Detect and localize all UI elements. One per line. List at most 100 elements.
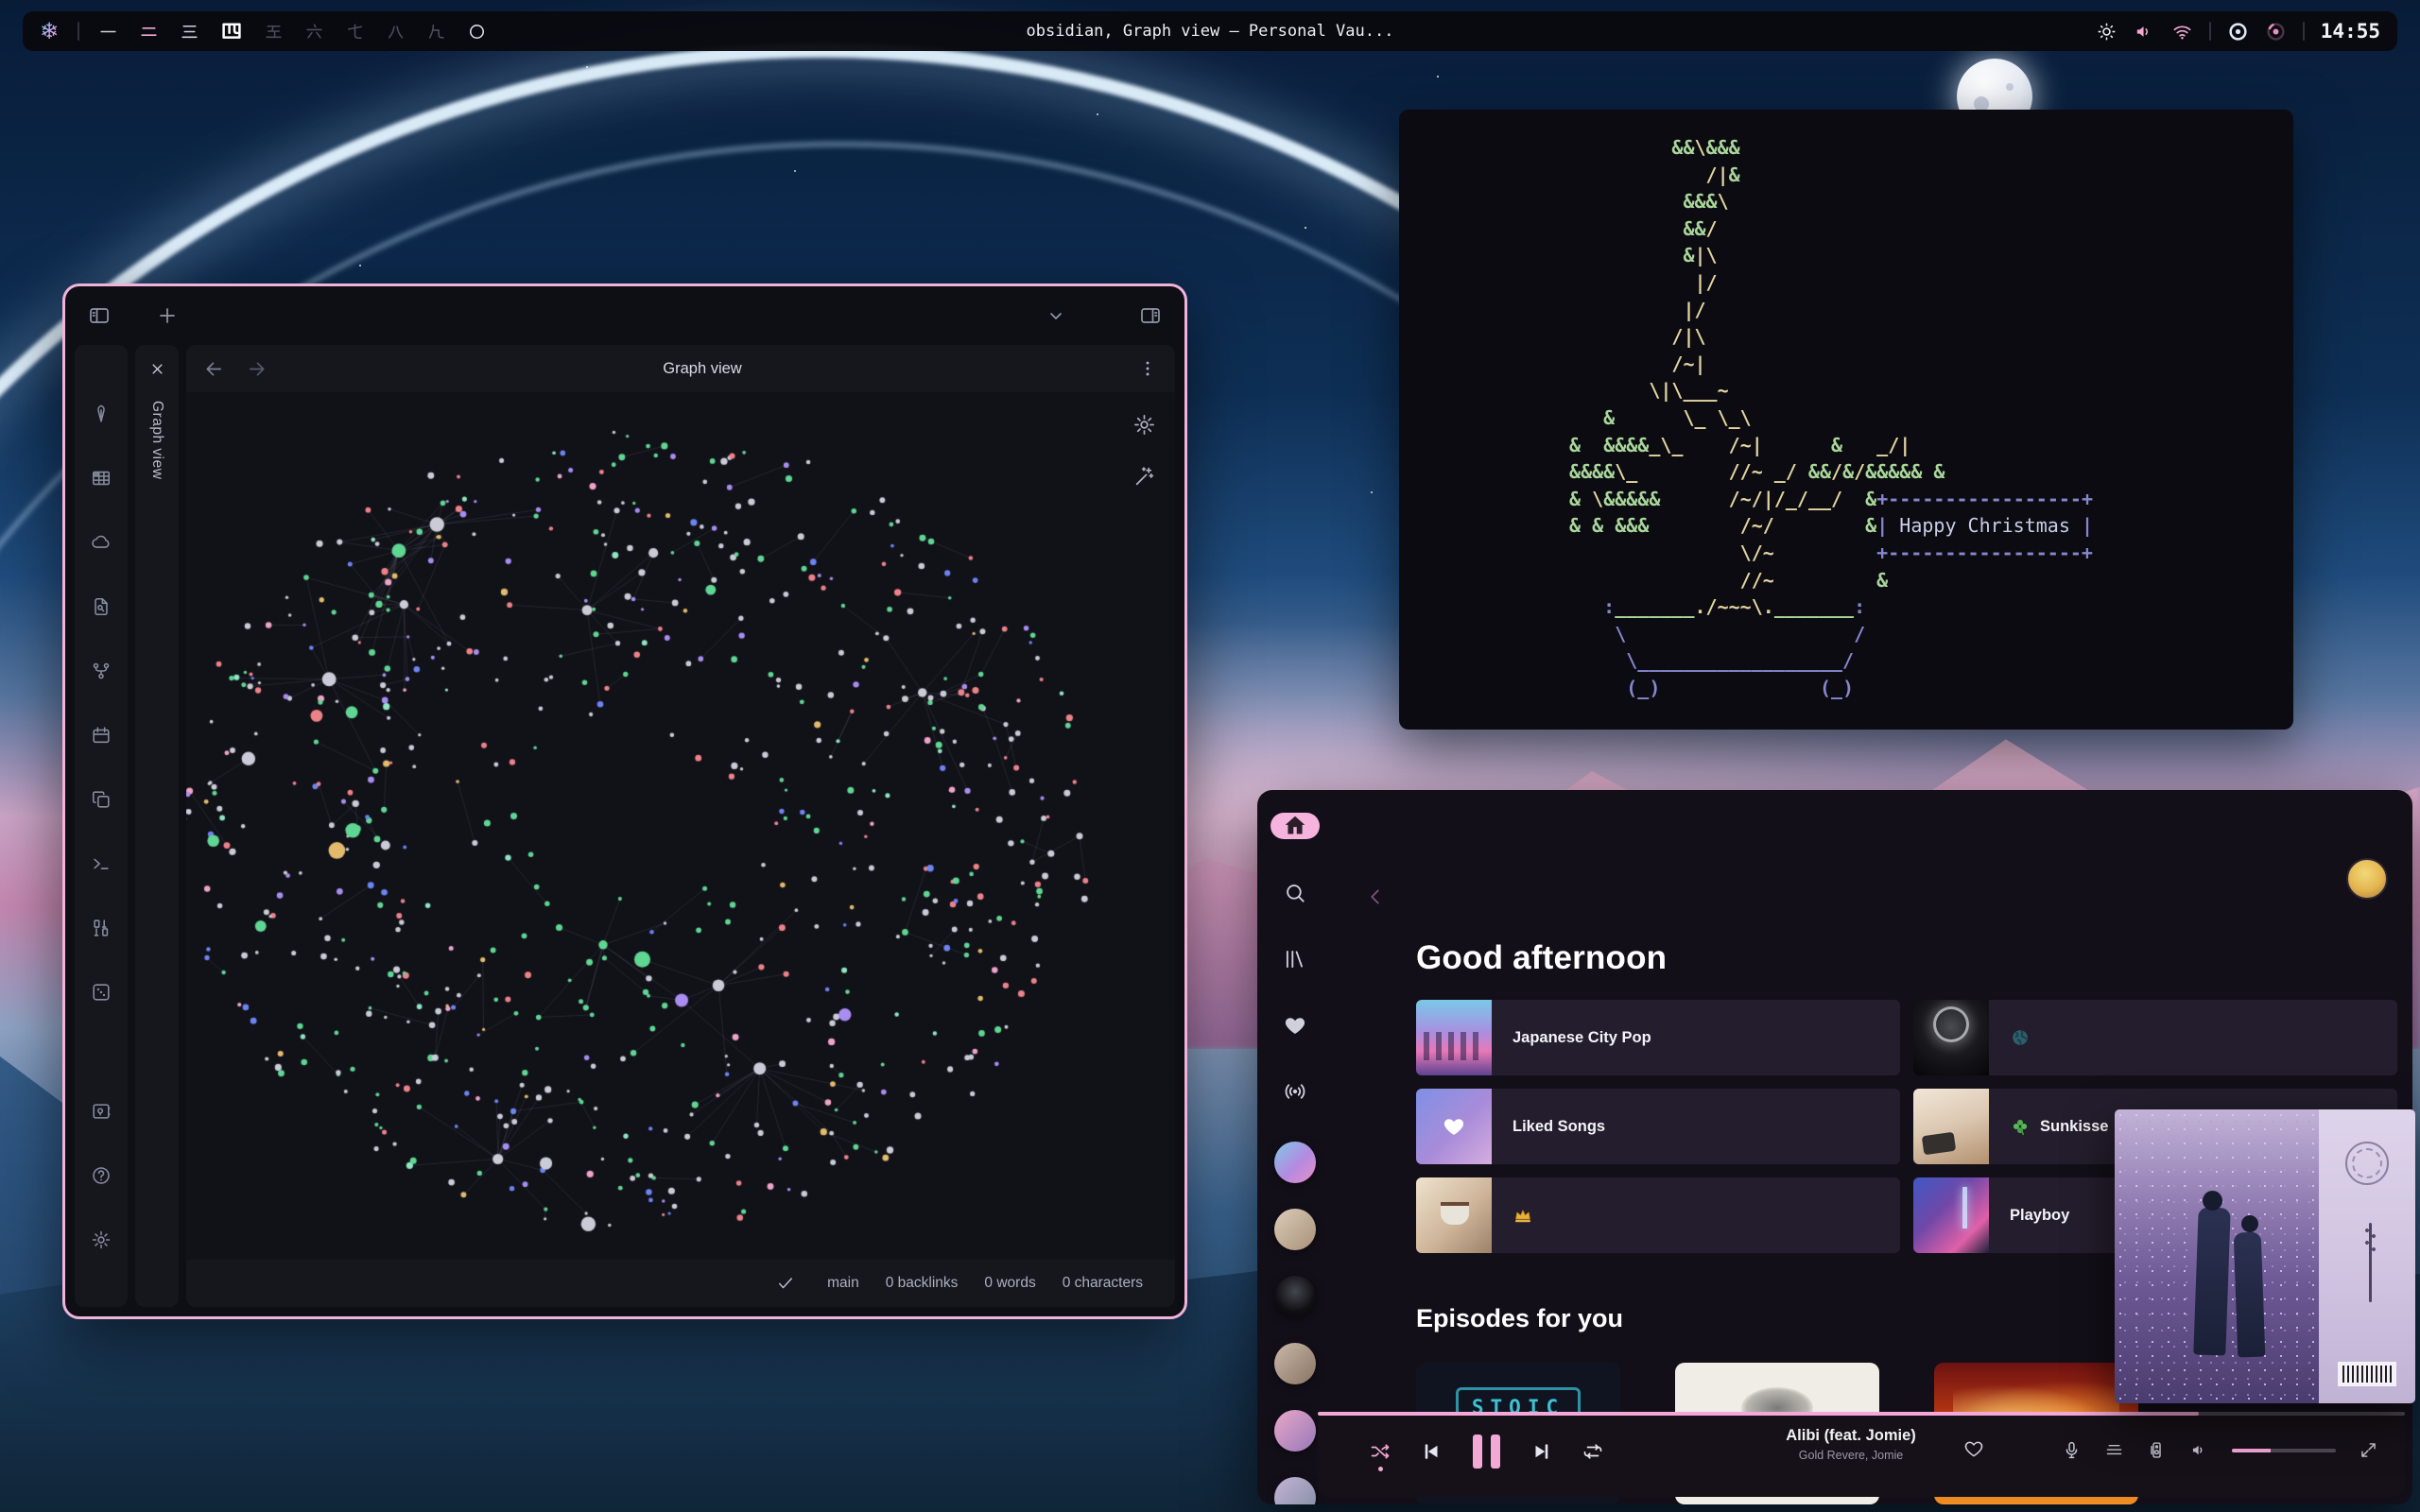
playlist-avatar-5[interactable] bbox=[1274, 1410, 1316, 1452]
graph-view[interactable] bbox=[186, 392, 1175, 1260]
connect-device-button[interactable] bbox=[2147, 1440, 2167, 1460]
terminal-window[interactable]: &&\&&& /|& &&&\ &&/ &|\ |/ |/ /|\ /~| \|… bbox=[1399, 110, 2293, 730]
shortcut-tile-🌍[interactable] bbox=[1913, 1000, 2397, 1075]
next-track-button[interactable] bbox=[1530, 1440, 1553, 1463]
ribbon-graph-icon[interactable] bbox=[91, 661, 112, 681]
snowflake-icon[interactable]: ❄ bbox=[40, 20, 59, 43]
tile-label: Playboy bbox=[2010, 1207, 2069, 1225]
shortcut-tile-👑[interactable] bbox=[1416, 1177, 1900, 1253]
playlist-avatar-2[interactable] bbox=[1274, 1209, 1316, 1250]
previous-track-button[interactable] bbox=[1420, 1440, 1443, 1463]
workspace-8-empty[interactable] bbox=[386, 22, 406, 42]
home-button[interactable] bbox=[1270, 813, 1320, 839]
obsidian-ribbon bbox=[75, 345, 128, 1307]
separator bbox=[2209, 22, 2211, 41]
stacked-tab-title[interactable]: Graph view bbox=[148, 401, 165, 479]
shortcut-tile-Japanese City Pop[interactable]: Japanese City Pop bbox=[1416, 1000, 1900, 1075]
character-count: 0 characters bbox=[1063, 1275, 1143, 1292]
workspace-2-special[interactable] bbox=[139, 22, 159, 42]
ribbon-table-icon[interactable] bbox=[91, 468, 112, 489]
podcast-icon[interactable] bbox=[1283, 1079, 1307, 1104]
track-artists[interactable]: Gold Revere, Jomie bbox=[1786, 1449, 1916, 1462]
sync-check-icon[interactable] bbox=[776, 1274, 795, 1293]
queue-button[interactable] bbox=[2104, 1440, 2124, 1460]
playlist-avatar-1[interactable] bbox=[1274, 1142, 1316, 1183]
vault-name: main bbox=[827, 1275, 859, 1292]
workspace-3-occupied[interactable] bbox=[180, 22, 199, 42]
color-picker-icon[interactable] bbox=[2265, 21, 2287, 43]
album-badge-stamp bbox=[2345, 1142, 2389, 1185]
new-tab-icon[interactable] bbox=[156, 304, 179, 327]
pause-button[interactable] bbox=[1473, 1435, 1500, 1469]
graph-filter-wand-icon[interactable] bbox=[1132, 465, 1156, 489]
chevron-down-icon[interactable] bbox=[1045, 304, 1067, 327]
now-playing-info: Alibi (feat. Jomie) Gold Revere, Jomie bbox=[1786, 1427, 1916, 1462]
repeat-button[interactable] bbox=[1582, 1440, 1604, 1463]
workspace-6-empty[interactable] bbox=[304, 22, 324, 42]
ribbon-calendar-icon[interactable] bbox=[91, 725, 112, 746]
like-track-button[interactable] bbox=[1963, 1438, 1984, 1459]
navigate-back-icon[interactable] bbox=[1363, 885, 1388, 909]
search-icon[interactable] bbox=[1283, 881, 1307, 905]
library-icon[interactable] bbox=[1283, 947, 1307, 971]
ribbon-vault-icon[interactable] bbox=[91, 1101, 112, 1122]
ribbon-settings-icon[interactable] bbox=[91, 1229, 112, 1250]
more-options-icon[interactable] bbox=[1137, 358, 1158, 379]
pane-header: Graph view bbox=[186, 345, 1175, 392]
ribbon-terminal-icon[interactable] bbox=[91, 853, 112, 874]
figure-silhouette bbox=[2234, 1232, 2266, 1358]
spotify-left-rail bbox=[1257, 790, 1333, 1504]
ribbon-file-search-icon[interactable] bbox=[91, 596, 112, 617]
track-progress-bar[interactable] bbox=[1318, 1412, 2405, 1416]
shortcut-tile-Liked Songs[interactable]: Liked Songs bbox=[1416, 1089, 1900, 1164]
playback-controls bbox=[1369, 1435, 1604, 1469]
tile-artwork bbox=[1913, 1089, 1989, 1164]
screen-record-icon[interactable] bbox=[2227, 21, 2249, 43]
ribbon-quill-icon[interactable] bbox=[91, 404, 112, 424]
graph-settings-icon[interactable] bbox=[1132, 413, 1156, 437]
close-tab-icon[interactable] bbox=[148, 360, 166, 378]
workspace-switcher bbox=[98, 20, 487, 43]
playlist-avatar-3[interactable] bbox=[1274, 1276, 1316, 1317]
globe-emoji-icon bbox=[2010, 1027, 2031, 1048]
ribbon-copy-icon[interactable] bbox=[91, 789, 112, 810]
workspace-7-empty[interactable] bbox=[345, 22, 365, 42]
crown-emoji-icon bbox=[1512, 1205, 1533, 1226]
clover-emoji-icon bbox=[2010, 1116, 2031, 1137]
top-bar: ❄ obsidian, Graph view — Personal Vau...… bbox=[23, 11, 2397, 51]
ribbon-binary-icon[interactable] bbox=[91, 918, 112, 938]
volume-icon[interactable] bbox=[2134, 21, 2155, 43]
fullscreen-button[interactable] bbox=[2359, 1440, 2378, 1460]
workspace-5-empty[interactable] bbox=[264, 22, 284, 42]
workspace-4-focused[interactable] bbox=[220, 20, 243, 43]
tile-artwork bbox=[1416, 1177, 1492, 1253]
tile-label: Liked Songs bbox=[1512, 1118, 1605, 1136]
ribbon-help-icon[interactable] bbox=[91, 1165, 112, 1186]
liked-songs-heart-icon[interactable] bbox=[1283, 1013, 1307, 1038]
toggle-left-sidebar-icon[interactable] bbox=[88, 304, 111, 327]
workspace-9-empty[interactable] bbox=[426, 22, 446, 42]
nav-back-icon[interactable] bbox=[203, 358, 225, 380]
volume-slider[interactable] bbox=[2232, 1449, 2336, 1452]
graph-canvas[interactable] bbox=[186, 392, 1175, 1260]
playlist-avatar-6[interactable] bbox=[1274, 1477, 1316, 1504]
toggle-right-sidebar-icon[interactable] bbox=[1139, 304, 1162, 327]
lyrics-button[interactable] bbox=[2062, 1440, 2082, 1460]
mute-button[interactable] bbox=[2189, 1440, 2209, 1460]
wifi-icon[interactable] bbox=[2171, 21, 2193, 43]
nav-forward-icon[interactable] bbox=[246, 358, 268, 380]
profile-avatar[interactable] bbox=[2346, 858, 2388, 900]
player-right-controls bbox=[2062, 1440, 2378, 1460]
shuffle-button[interactable] bbox=[1369, 1440, 1392, 1463]
track-progress-fill bbox=[1318, 1412, 2199, 1416]
shuffle-active-dot bbox=[1378, 1467, 1383, 1471]
brightness-icon[interactable] bbox=[2096, 21, 2118, 43]
ribbon-random-note-icon[interactable] bbox=[91, 982, 112, 1003]
track-title[interactable]: Alibi (feat. Jomie) bbox=[1786, 1427, 1916, 1445]
workspace-1-occupied[interactable] bbox=[98, 22, 118, 42]
stacked-tab-column: Graph view bbox=[135, 345, 179, 1307]
ribbon-cloud-icon[interactable] bbox=[91, 532, 112, 553]
workspace-10-overview[interactable] bbox=[467, 22, 487, 42]
playlist-avatar-4[interactable] bbox=[1274, 1343, 1316, 1384]
figure-head bbox=[2241, 1215, 2258, 1232]
